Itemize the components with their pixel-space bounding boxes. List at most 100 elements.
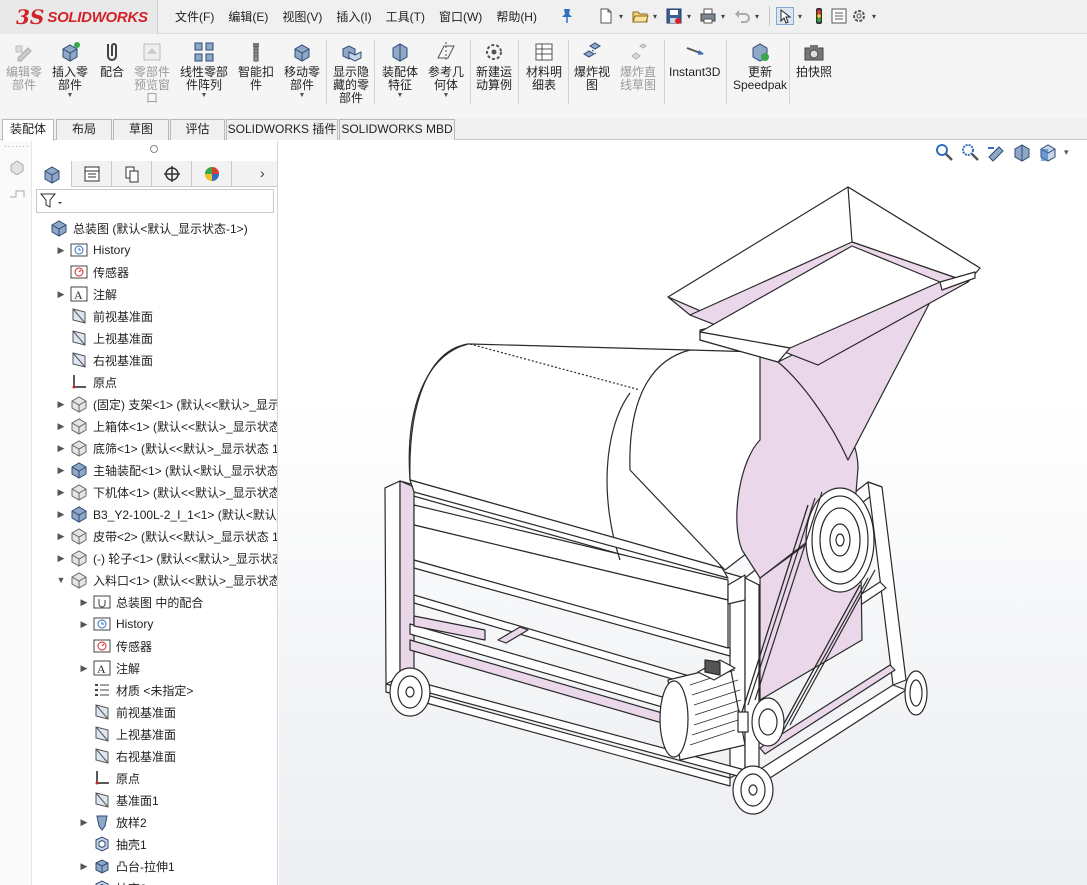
panel-tabs-more-icon[interactable]: › — [260, 165, 265, 181]
expand-arrow-icon[interactable]: ▶ — [54, 553, 68, 564]
expand-arrow-icon[interactable]: ▶ — [54, 245, 68, 256]
options-gear-icon[interactable] — [850, 7, 868, 25]
tree-item[interactable]: 前视基准面 — [77, 701, 176, 723]
tree-item[interactable]: ▶ 放样2 — [77, 811, 147, 833]
tab-solidworks-mbd[interactable]: SOLIDWORKS MBD — [339, 119, 455, 140]
tab-assembly[interactable]: 装配体 — [2, 119, 54, 141]
tab-dimxpert-manager[interactable] — [152, 161, 192, 187]
graphics-viewport[interactable]: ▾ — [279, 141, 1087, 885]
expand-arrow-icon[interactable]: ▶ — [54, 509, 68, 520]
tree-item[interactable]: ▶ (-) 轮子<1> (默认<<默认>_显示状态 — [54, 547, 277, 569]
speedpak-button[interactable]: 更新 Speedpak — [733, 40, 787, 92]
open-dropdown-icon[interactable]: ▾ — [651, 12, 659, 21]
move-component-dropdown-icon[interactable]: ▼ — [299, 92, 306, 100]
tree-item[interactable]: 传感器 — [54, 261, 129, 283]
reference-geometry-dropdown-icon[interactable]: ▼ — [443, 92, 450, 100]
tree-item[interactable]: ▼ 入料口<1> (默认<<默认>_显示状态 — [54, 569, 277, 591]
expand-arrow-icon[interactable]: ▶ — [77, 597, 91, 608]
tree-item[interactable]: 抽壳2 — [77, 877, 147, 885]
tree-item[interactable]: ▶ A 注解 — [54, 283, 117, 305]
motion-study-button[interactable]: 新建运 动算例 — [476, 40, 512, 92]
explode-line-button[interactable]: 爆炸直 线草图 — [620, 40, 656, 92]
tree-item[interactable]: ▶ (固定) 支架<1> (默认<<默认>_显示 — [54, 393, 277, 415]
edit-component-button[interactable]: 编辑零 部件 — [6, 40, 42, 92]
linear-pattern-button[interactable]: 线性零部 件阵列 ▼ — [180, 40, 228, 100]
instant3d-button[interactable]: Instant3D — [669, 40, 720, 79]
tree-item[interactable]: ▶ 上箱体<1> (默认<<默认>_显示状态 — [54, 415, 277, 437]
collapse-arrow-icon[interactable]: ▼ — [54, 575, 68, 585]
undo-dropdown-icon[interactable]: ▾ — [753, 12, 761, 21]
solidworks-logo[interactable]: 3S SOLIDWORKS — [0, 0, 158, 34]
tab-solidworks-addins[interactable]: SOLIDWORKS 插件 — [226, 119, 338, 140]
tree-item[interactable]: 总装图 (默认<默认_显示状态-1>) — [34, 217, 248, 239]
pin-menu-icon[interactable] — [560, 8, 574, 24]
print-dropdown-icon[interactable]: ▾ — [719, 12, 727, 21]
select-dropdown-icon[interactable]: ▾ — [796, 12, 804, 21]
undo-icon[interactable] — [733, 7, 751, 25]
tree-item[interactable]: ▶ 主轴装配<1> (默认<默认_显示状态- — [54, 459, 277, 481]
tree-item[interactable]: ▶ History — [54, 239, 131, 261]
smart-fastener-button[interactable]: 智能扣 件 — [238, 40, 274, 92]
expand-arrow-icon[interactable]: ▶ — [77, 619, 91, 630]
expand-arrow-icon[interactable]: ▶ — [77, 861, 91, 872]
tree-item[interactable]: 右视基准面 — [77, 745, 176, 767]
tree-item[interactable]: 基准面1 — [77, 789, 159, 811]
tab-property-manager[interactable] — [72, 161, 112, 187]
new-dropdown-icon[interactable]: ▾ — [617, 12, 625, 21]
tree-item[interactable]: 抽壳1 — [77, 833, 147, 855]
insert-component-dropdown-icon[interactable]: ▼ — [67, 92, 74, 100]
tree-item[interactable]: ▶ 总装图 中的配合 — [77, 591, 203, 613]
tab-configuration-manager[interactable] — [112, 161, 152, 187]
expand-arrow-icon[interactable]: ▶ — [54, 465, 68, 476]
tree-item[interactable]: 右视基准面 — [54, 349, 153, 371]
tree-item[interactable]: 上视基准面 — [77, 723, 176, 745]
tree-item[interactable]: ▶ A 注解 — [77, 657, 140, 679]
insert-component-button[interactable]: 插入零 部件 ▼ — [52, 40, 88, 100]
expand-arrow-icon[interactable]: ▶ — [54, 421, 68, 432]
linear-pattern-dropdown-icon[interactable]: ▼ — [201, 92, 208, 100]
tree-item[interactable]: 前视基准面 — [54, 305, 153, 327]
menu-insert[interactable]: 插入(I) — [336, 8, 371, 25]
panel-collapse-handle-icon[interactable] — [150, 145, 158, 153]
bom-button[interactable]: 材料明 细表 — [526, 40, 562, 92]
expand-arrow-icon[interactable]: ▶ — [54, 399, 68, 410]
menu-tools[interactable]: 工具(T) — [386, 8, 425, 25]
tree-item[interactable]: ▶ 皮带<2> (默认<<默认>_显示状态 1 — [54, 525, 277, 547]
tree-item[interactable]: 传感器 — [77, 635, 152, 657]
tree-item[interactable]: 上视基准面 — [54, 327, 153, 349]
reference-geometry-button[interactable]: 参考几 何体 ▼ — [428, 40, 464, 100]
assembly-feature-button[interactable]: 装配体 特征 ▼ — [382, 40, 418, 100]
component-preview-button[interactable]: 零部件 预览窗 口 — [134, 40, 170, 105]
tree-item[interactable]: ▶ 凸台-拉伸1 — [77, 855, 175, 877]
move-component-button[interactable]: 移动零 部件 ▼ — [284, 40, 320, 100]
tree-item[interactable]: ▶ History — [77, 613, 154, 635]
menu-window[interactable]: 窗口(W) — [439, 8, 482, 25]
tab-feature-tree[interactable] — [32, 161, 72, 187]
select-pointer-icon[interactable] — [776, 7, 794, 25]
file-properties-icon[interactable] — [830, 7, 848, 25]
rebuild-traffic-light-icon[interactable] — [810, 7, 828, 25]
mate-button[interactable]: 配合 — [100, 40, 124, 79]
menu-file[interactable]: 文件(F) — [175, 8, 214, 25]
snapshot-button[interactable]: 拍快照 — [796, 40, 832, 79]
tree-item[interactable]: ▶ 下机体<1> (默认<<默认>_显示状态 — [54, 481, 277, 503]
tab-sketch[interactable]: 草图 — [113, 119, 169, 140]
menu-view[interactable]: 视图(V) — [282, 8, 322, 25]
tree-item[interactable]: 材质 <未指定> — [77, 679, 193, 701]
tab-display-manager[interactable] — [192, 161, 232, 187]
tab-evaluate[interactable]: 评估 — [170, 119, 225, 140]
expand-arrow-icon[interactable]: ▶ — [54, 443, 68, 454]
assembly-ghost-icon[interactable] — [8, 157, 28, 175]
open-folder-icon[interactable] — [631, 7, 649, 25]
print-icon[interactable] — [699, 7, 717, 25]
tab-layout[interactable]: 布局 — [56, 119, 112, 140]
save-icon[interactable] — [665, 7, 683, 25]
show-hidden-button[interactable]: 显示隐 藏的零 部件 — [333, 40, 369, 105]
assembly-feature-dropdown-icon[interactable]: ▼ — [397, 92, 404, 100]
sketch-ghost-icon[interactable] — [8, 185, 28, 203]
menu-edit[interactable]: 编辑(E) — [228, 8, 268, 25]
threshing-machine-model[interactable] — [279, 141, 1087, 885]
tree-item[interactable]: ▶ 底筛<1> (默认<<默认>_显示状态 1 — [54, 437, 277, 459]
new-document-icon[interactable] — [597, 7, 615, 25]
tree-item[interactable]: 原点 — [54, 371, 117, 393]
